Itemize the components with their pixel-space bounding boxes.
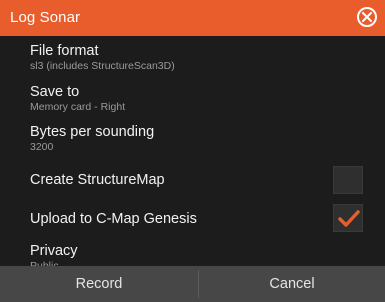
save-to-label: Save to: [30, 84, 80, 100]
upload-cmap-checkbox[interactable]: [333, 204, 363, 232]
close-icon: [362, 12, 372, 22]
bytes-per-sounding-label: Bytes per sounding: [30, 124, 155, 140]
dialog-titlebar: Log Sonar: [0, 0, 385, 36]
record-button[interactable]: Record: [0, 266, 198, 302]
file-format-value: sl3 (includes StructureScan3D): [30, 60, 175, 72]
save-to-value: Memory card - Right: [30, 101, 126, 113]
upload-cmap-label: Upload to C-Map Genesis: [30, 211, 197, 227]
cancel-button[interactable]: Cancel: [199, 266, 385, 302]
dialog-title: Log Sonar: [10, 9, 81, 26]
save-to-setting[interactable]: Save to Memory card - Right: [30, 84, 125, 113]
privacy-label: Privacy: [30, 243, 78, 259]
bytes-per-sounding-setting[interactable]: Bytes per sounding 3200: [30, 124, 154, 153]
file-format-label: File format: [30, 43, 99, 59]
log-sonar-dialog: Log Sonar File format sl3 (includes Stru…: [0, 0, 385, 302]
close-button[interactable]: [357, 7, 377, 27]
checkmark-icon: [338, 210, 360, 227]
bytes-per-sounding-value: 3200: [30, 141, 54, 153]
create-structuremap-label: Create StructureMap: [30, 172, 165, 188]
file-format-setting[interactable]: File format sl3 (includes StructureScan3…: [30, 43, 175, 72]
dialog-footer: Record Cancel: [0, 266, 385, 302]
create-structuremap-checkbox[interactable]: [333, 166, 363, 194]
